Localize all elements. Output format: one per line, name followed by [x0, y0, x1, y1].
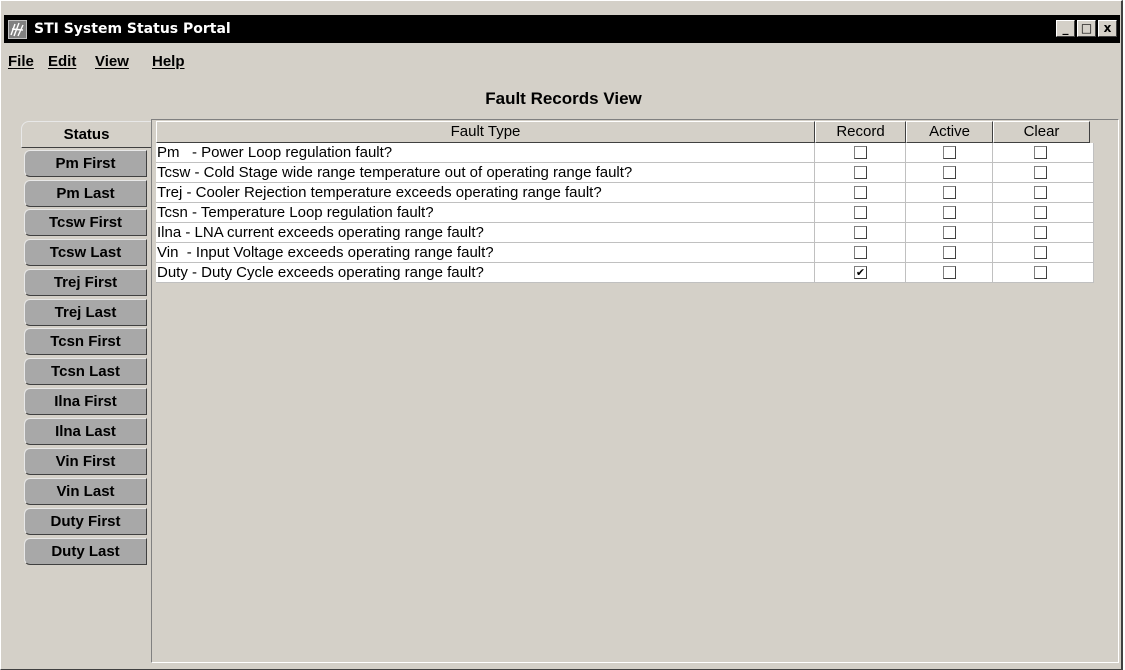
close-button[interactable]: x: [1098, 20, 1117, 37]
clear-checkbox[interactable]: [1034, 166, 1047, 179]
tab-ilna-last[interactable]: Ilna Last: [24, 418, 147, 445]
record-checkbox[interactable]: [854, 186, 867, 199]
active-checkbox[interactable]: [943, 266, 956, 279]
record-checkbox[interactable]: ✔: [854, 266, 867, 279]
table-row[interactable]: Duty - Duty Cycle exceeds operating rang…: [156, 263, 1094, 283]
tab-tcsw-first[interactable]: Tcsw First: [24, 209, 147, 236]
active-checkbox[interactable]: [943, 166, 956, 179]
tab-vin-last[interactable]: Vin Last: [24, 478, 147, 505]
table-row[interactable]: Pm - Power Loop regulation fault?: [156, 143, 1094, 163]
app-icon[interactable]: [8, 20, 27, 39]
tab-trej-last[interactable]: Trej Last: [24, 299, 147, 326]
menu-view[interactable]: View: [95, 53, 129, 70]
menu-bar: File Edit View Help: [4, 47, 1120, 77]
clear-checkbox[interactable]: [1034, 266, 1047, 279]
record-checkbox[interactable]: [854, 206, 867, 219]
column-header-active[interactable]: Active: [906, 121, 993, 143]
record-checkbox[interactable]: [854, 226, 867, 239]
menu-help[interactable]: Help: [152, 53, 185, 70]
record-checkbox[interactable]: [854, 146, 867, 159]
table-row[interactable]: Trej - Cooler Rejection temperature exce…: [156, 183, 1094, 203]
clear-checkbox[interactable]: [1034, 206, 1047, 219]
tab-pm-last[interactable]: Pm Last: [24, 180, 147, 207]
active-checkbox[interactable]: [943, 146, 956, 159]
table-row[interactable]: Ilna - LNA current exceeds operating ran…: [156, 223, 1094, 243]
tab-tcsn-first[interactable]: Tcsn First: [24, 328, 147, 355]
main-window: STI System Status Portal _ □ x File Edit…: [0, 0, 1123, 670]
fault-type-cell: Ilna - LNA current exceeds operating ran…: [156, 223, 815, 243]
active-checkbox[interactable]: [943, 186, 956, 199]
active-checkbox[interactable]: [943, 206, 956, 219]
header-filler: [1090, 121, 1094, 143]
fault-type-cell: Duty - Duty Cycle exceeds operating rang…: [156, 263, 815, 283]
active-checkbox[interactable]: [943, 246, 956, 259]
clear-checkbox[interactable]: [1034, 226, 1047, 239]
fault-type-cell: Tcsn - Temperature Loop regulation fault…: [156, 203, 815, 223]
tab-ilna-first[interactable]: Ilna First: [24, 388, 147, 415]
table-row[interactable]: Tcsn - Temperature Loop regulation fault…: [156, 203, 1094, 223]
record-checkbox[interactable]: [854, 166, 867, 179]
tab-tcsw-last[interactable]: Tcsw Last: [24, 239, 147, 266]
minimize-button[interactable]: _: [1056, 20, 1075, 37]
menu-file[interactable]: File: [8, 53, 34, 70]
tab-duty-first[interactable]: Duty First: [24, 508, 147, 535]
fault-type-cell: Tcsw - Cold Stage wide range temperature…: [156, 163, 815, 183]
column-header-fault-type[interactable]: Fault Type: [156, 121, 815, 143]
tab-status[interactable]: Status: [21, 121, 151, 148]
window-title: STI System Status Portal: [34, 21, 231, 37]
clear-checkbox[interactable]: [1034, 146, 1047, 159]
table-row[interactable]: Vin - Input Voltage exceeds operating ra…: [156, 243, 1094, 263]
fault-type-cell: Trej - Cooler Rejection temperature exce…: [156, 183, 815, 203]
menu-edit[interactable]: Edit: [48, 53, 76, 70]
column-header-clear[interactable]: Clear: [993, 121, 1090, 143]
page-title: Fault Records View: [485, 89, 642, 108]
title-bar[interactable]: STI System Status Portal _ □ x: [4, 15, 1120, 43]
fault-type-cell: Pm - Power Loop regulation fault?: [156, 143, 815, 163]
column-header-record[interactable]: Record: [815, 121, 906, 143]
tab-tcsn-last[interactable]: Tcsn Last: [24, 358, 147, 385]
maximize-button[interactable]: □: [1077, 20, 1096, 37]
tab-vin-first[interactable]: Vin First: [24, 448, 147, 475]
clear-checkbox[interactable]: [1034, 246, 1047, 259]
fault-type-cell: Vin - Input Voltage exceeds operating ra…: [156, 243, 815, 263]
tab-pm-first[interactable]: Pm First: [24, 150, 147, 177]
clear-checkbox[interactable]: [1034, 186, 1047, 199]
table-row[interactable]: Tcsw - Cold Stage wide range temperature…: [156, 163, 1094, 183]
active-checkbox[interactable]: [943, 226, 956, 239]
record-checkbox[interactable]: [854, 246, 867, 259]
tab-trej-first[interactable]: Trej First: [24, 269, 147, 296]
tab-duty-last[interactable]: Duty Last: [24, 538, 147, 565]
